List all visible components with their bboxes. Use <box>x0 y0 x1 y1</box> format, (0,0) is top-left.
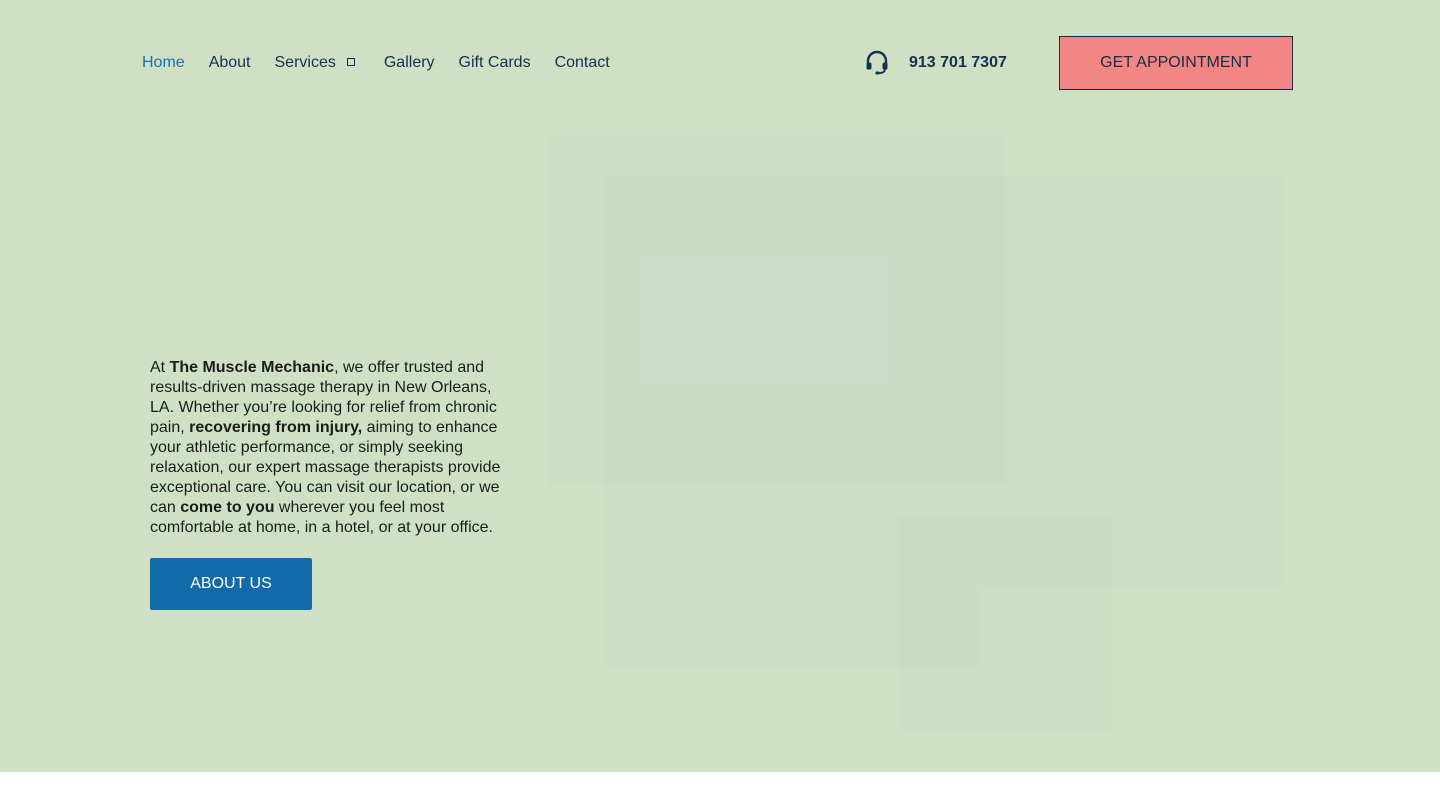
nav-home[interactable]: Home <box>142 54 185 72</box>
get-appointment-button[interactable]: GET APPOINTMENT <box>1059 36 1293 90</box>
headset-icon <box>864 50 890 76</box>
nav-about[interactable]: About <box>209 54 251 72</box>
about-us-button[interactable]: ABOUT US <box>150 558 312 610</box>
phone-contact[interactable]: 913 701 7307 <box>864 50 1007 76</box>
nav-gift-cards[interactable]: Gift Cards <box>459 54 531 72</box>
hero-image-placeholder <box>898 516 1112 730</box>
intro-bold-business-name: The Muscle Mechanic <box>169 359 335 376</box>
nav-gallery[interactable]: Gallery <box>384 54 435 72</box>
nav-services-label[interactable]: Services <box>275 54 336 72</box>
intro-bold-come-to-you: come to you <box>180 499 275 516</box>
nav-services[interactable]: Services <box>275 54 355 72</box>
intro-text: At The Muscle Mechanic, we offer trusted… <box>150 358 510 538</box>
dropdown-arrow-icon[interactable] <box>346 58 355 66</box>
phone-number[interactable]: 913 701 7307 <box>909 54 1007 72</box>
intro-bold-injury: recovering from injury, <box>189 419 363 436</box>
main-nav: Home About Services Gallery Gift Cards C… <box>142 52 634 74</box>
intro-text-part: At <box>150 359 170 376</box>
hero-section: Home About Services Gallery Gift Cards C… <box>0 0 1440 772</box>
nav-contact[interactable]: Contact <box>555 54 610 72</box>
